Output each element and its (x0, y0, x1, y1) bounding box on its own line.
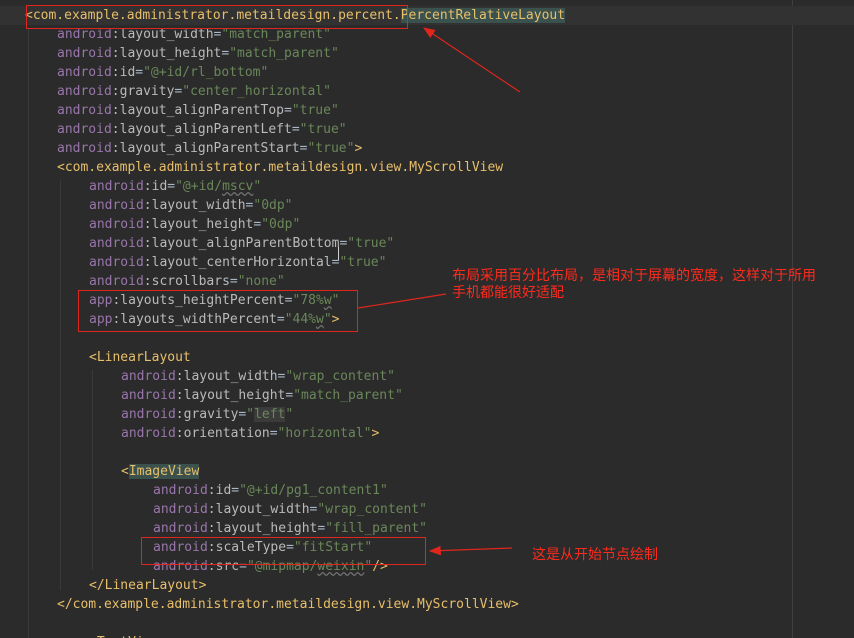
annotation-percent-note-line1: 布局采用百分比布局，是相对于屏幕的宽度，这样对于所用 (452, 268, 816, 284)
highlight-box-scaletype (141, 537, 426, 565)
highlight-box-percent-attrs (78, 290, 358, 332)
annotation-scaletype-note: 这是从开始节点绘制 (532, 547, 658, 563)
arrow-to-percent-attrs (357, 293, 447, 309)
arrow-to-scaletype (428, 545, 513, 556)
arrow-to-percent-layout (423, 27, 521, 93)
highlight-box-root-tag (26, 5, 408, 29)
annotation-percent-note-line2: 手机都能很好适配 (452, 285, 564, 301)
